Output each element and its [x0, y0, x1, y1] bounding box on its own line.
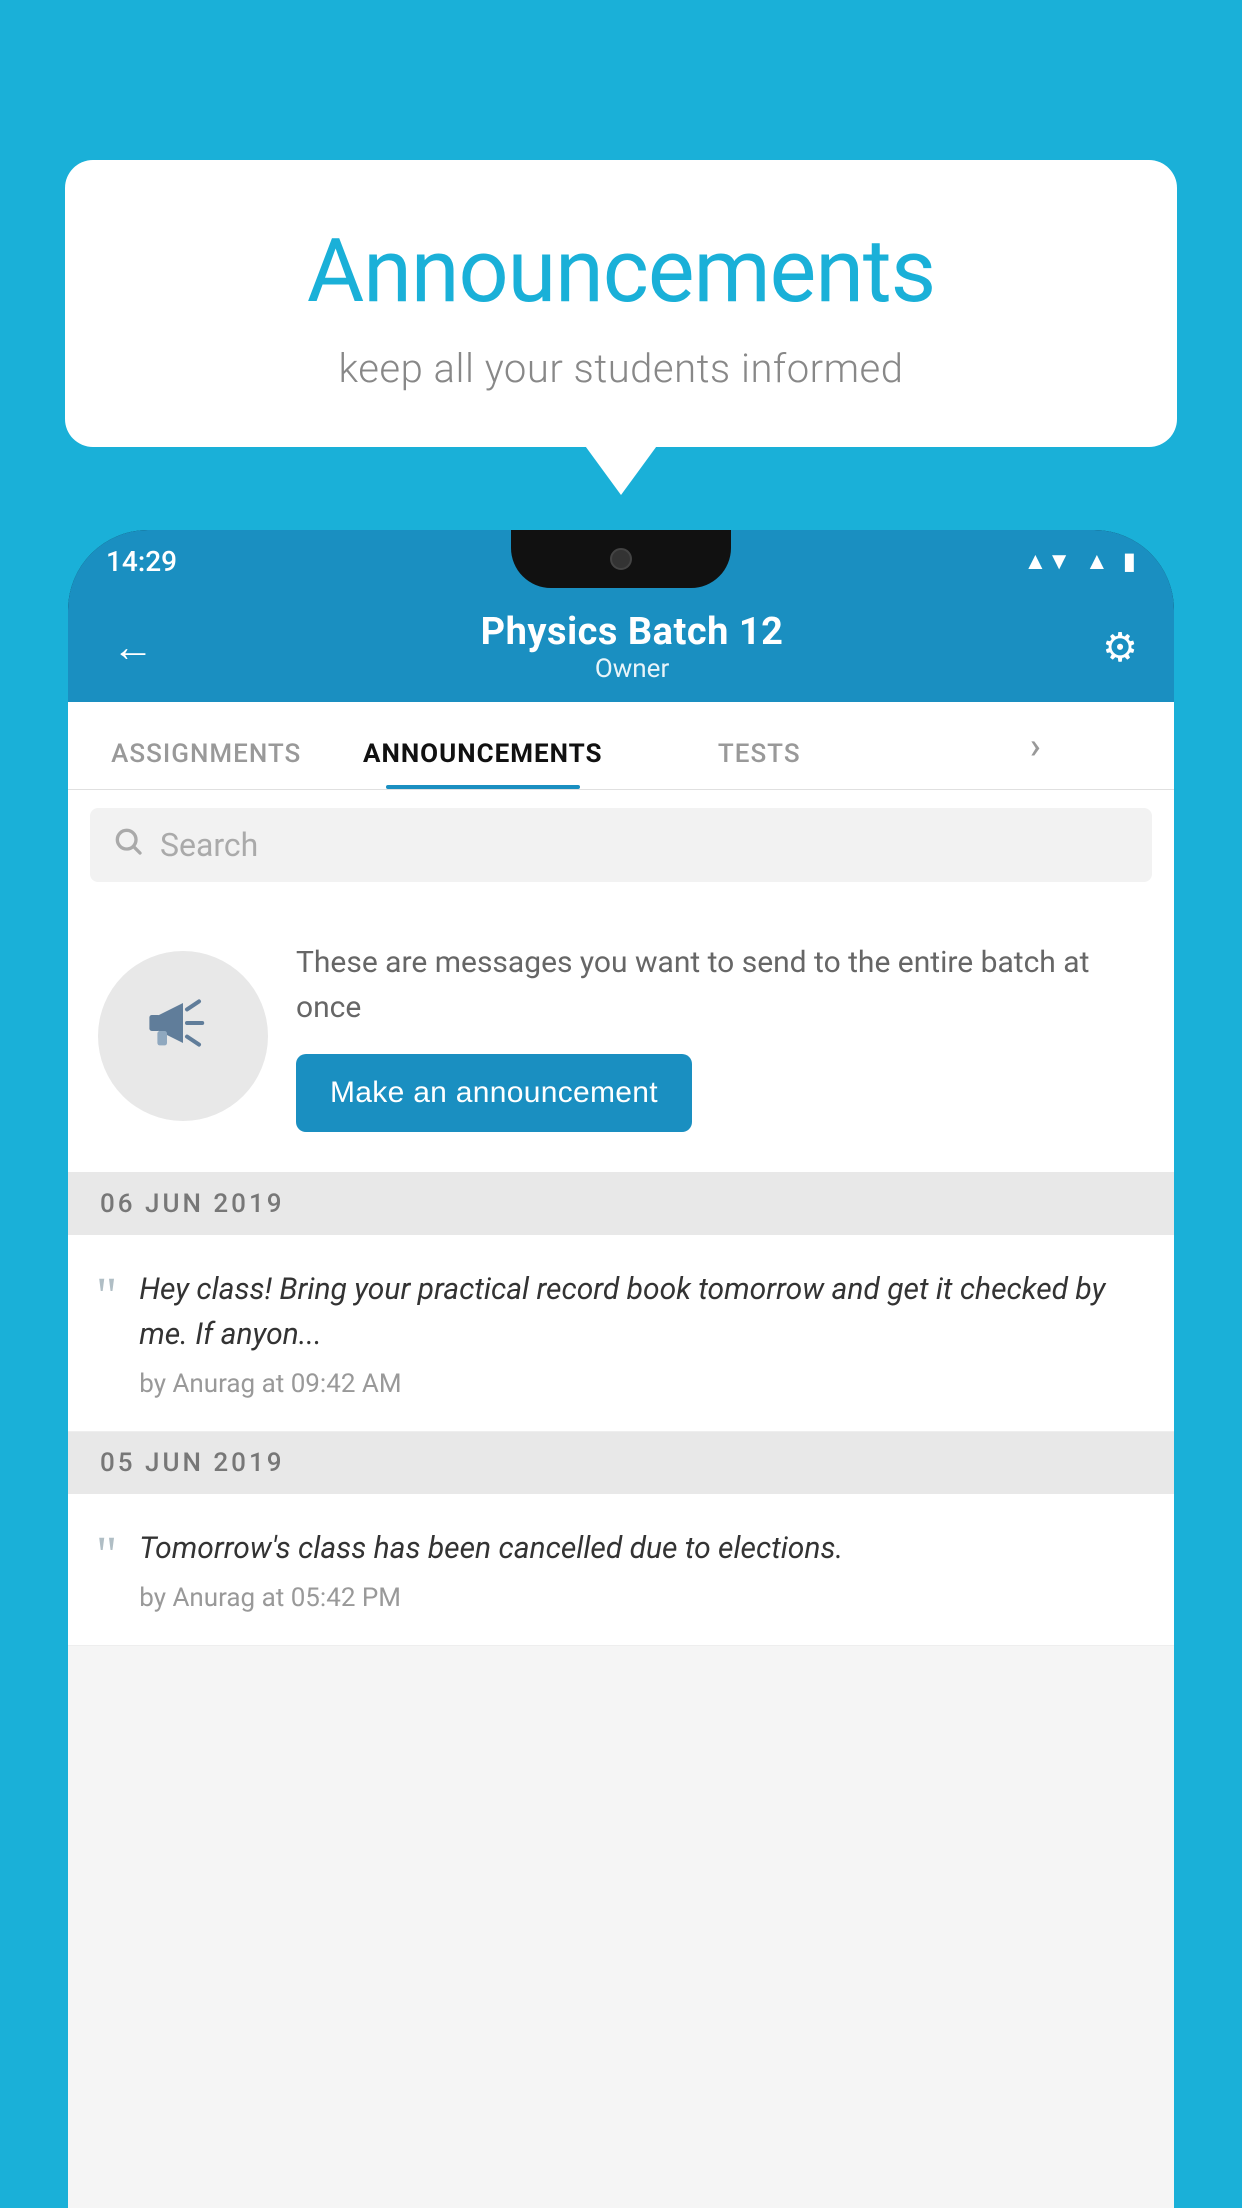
search-input-wrap[interactable]: Search: [90, 808, 1152, 882]
quote-icon-2: ": [96, 1530, 117, 1582]
announcement-message-1: Hey class! Bring your practical record b…: [139, 1267, 1146, 1357]
phone-frame: 14:29 ▲▼ ▲ ▮ ← Physics Batch 12 Owner ⚙ …: [68, 530, 1174, 2208]
status-icons: ▲▼ ▲ ▮: [1024, 547, 1137, 576]
search-bar: Search: [68, 790, 1174, 900]
make-announcement-button[interactable]: Make an announcement: [296, 1054, 692, 1132]
promo-card: These are messages you want to send to t…: [68, 900, 1174, 1173]
battery-icon: ▮: [1123, 547, 1136, 575]
status-time: 14:29: [106, 545, 177, 578]
search-placeholder: Search: [160, 826, 258, 864]
camera: [610, 548, 632, 570]
promo-icon-circle: [98, 951, 268, 1121]
announcement-message-2: Tomorrow's class has been cancelled due …: [139, 1526, 1146, 1571]
tab-assignments[interactable]: ASSIGNMENTS: [68, 739, 345, 789]
wifi-icon: ▲▼: [1024, 547, 1072, 576]
bubble-title: Announcements: [115, 220, 1127, 323]
announcement-meta-2: by Anurag at 05:42 PM: [139, 1583, 1146, 1613]
content-area: Search These are messages you: [68, 790, 1174, 2208]
notch: [511, 530, 731, 588]
tab-tests[interactable]: TESTS: [621, 739, 898, 789]
tab-more[interactable]: ›: [898, 725, 1175, 789]
announcement-item-1[interactable]: " Hey class! Bring your practical record…: [68, 1235, 1174, 1432]
announcement-text-2: Tomorrow's class has been cancelled due …: [139, 1526, 1146, 1613]
settings-button[interactable]: ⚙: [1102, 624, 1138, 671]
date-header-2: 05 JUN 2019: [68, 1432, 1174, 1494]
back-button[interactable]: ←: [104, 615, 162, 680]
date-header-1: 06 JUN 2019: [68, 1173, 1174, 1235]
tabs-bar: ASSIGNMENTS ANNOUNCEMENTS TESTS ›: [68, 702, 1174, 790]
search-icon: [112, 824, 144, 866]
quote-icon-1: ": [96, 1271, 117, 1323]
announcement-meta-1: by Anurag at 09:42 AM: [139, 1369, 1146, 1399]
promo-right: These are messages you want to send to t…: [296, 940, 1144, 1132]
bubble-subtitle: keep all your students informed: [115, 345, 1127, 392]
announcement-text-1: Hey class! Bring your practical record b…: [139, 1267, 1146, 1399]
promo-description: These are messages you want to send to t…: [296, 940, 1144, 1030]
app-bar-subtitle: Owner: [162, 654, 1102, 684]
megaphone-icon: [143, 987, 223, 1085]
speech-bubble: Announcements keep all your students inf…: [65, 160, 1177, 447]
tab-announcements[interactable]: ANNOUNCEMENTS: [345, 739, 622, 789]
app-bar-title: Physics Batch 12: [162, 610, 1102, 654]
app-bar: ← Physics Batch 12 Owner ⚙: [68, 592, 1174, 702]
signal-icon: ▲: [1085, 547, 1109, 576]
app-bar-center: Physics Batch 12 Owner: [162, 610, 1102, 684]
announcement-item-2[interactable]: " Tomorrow's class has been cancelled du…: [68, 1494, 1174, 1646]
